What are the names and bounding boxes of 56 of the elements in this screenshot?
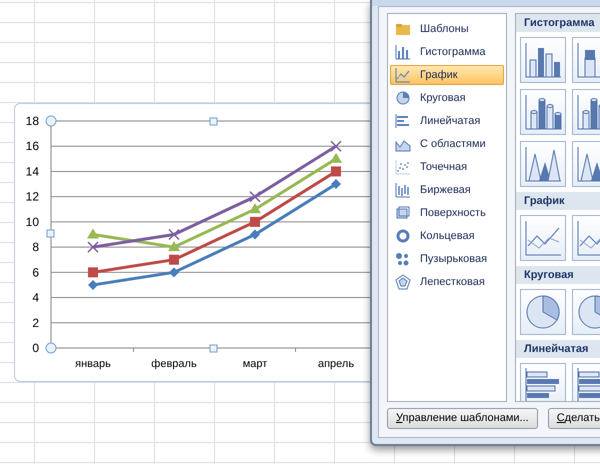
y-tick-label: 10: [26, 214, 39, 229]
surface-chart-icon: [395, 205, 411, 221]
chart-type-item[interactable]: Линейчатая: [390, 111, 504, 131]
chart-type-item[interactable]: С областями: [390, 134, 504, 154]
selection-handle[interactable]: [210, 118, 218, 126]
chart-type-item[interactable]: Поверхность: [390, 203, 504, 223]
stock-chart-icon: [395, 182, 411, 198]
chart-type-item[interactable]: Гистограмма: [390, 42, 504, 62]
chart-type-item[interactable]: Биржевая: [390, 180, 504, 200]
pie-chart-thumbnail[interactable]: [520, 289, 566, 335]
chart-type-item[interactable]: Шаблоны: [390, 19, 504, 39]
doughnut-chart-icon: [395, 228, 411, 244]
y-tick-label: 4: [32, 290, 39, 305]
chart-type-item[interactable]: Круговая: [390, 88, 504, 108]
x-tick-label: январь: [75, 358, 111, 370]
x-tick-label: апрель: [318, 358, 354, 370]
x-tick-label: март: [242, 358, 268, 370]
cylinder-chart-thumbnail[interactable]: [520, 89, 566, 135]
y-tick-label: 8: [32, 240, 39, 254]
chart-type-item[interactable]: Пузырьковая: [390, 249, 504, 269]
folder-chart-icon: [395, 21, 411, 37]
gallery-section-header: Круговая: [516, 266, 600, 284]
scatter-chart-icon: [395, 159, 411, 175]
bubble-chart-icon: [395, 251, 411, 267]
y-tick-label: 16: [26, 139, 39, 154]
gallery-section-header: График: [516, 192, 600, 210]
column-chart-icon: [395, 44, 411, 60]
gallery-section-header: Гистограмма: [516, 14, 600, 32]
y-tick-label: 2: [32, 316, 39, 330]
dialog-button[interactable]: Управление шаблонами...: [387, 408, 538, 429]
bar-chart-icon: [395, 113, 411, 129]
y-tick-label: 6: [32, 265, 39, 280]
pie-chart-icon: [395, 90, 411, 106]
cone-chart-thumbnail[interactable]: [520, 141, 566, 187]
tick-mark: [133, 348, 134, 352]
selection-handle[interactable]: [46, 230, 54, 238]
y-tick-label: 14: [26, 164, 39, 178]
gallery-section-header: Линейчатая: [516, 340, 600, 358]
selection-handle[interactable]: [210, 344, 218, 352]
radar-chart-icon: [395, 274, 411, 290]
chart-type-item[interactable]: График: [390, 65, 504, 85]
selection-handle[interactable]: [46, 342, 56, 354]
chart-type-item[interactable]: Лепестковая: [390, 272, 504, 292]
chart-type-item[interactable]: Кольцевая: [390, 226, 504, 246]
y-tick-label: 18: [26, 114, 39, 128]
y-tick-label: 0: [32, 341, 39, 355]
selection-handle[interactable]: [46, 116, 56, 126]
line-chart-icon: [395, 67, 411, 83]
x-tick-label: февраль: [151, 358, 197, 370]
dialog-button[interactable]: Сделать: [548, 408, 600, 429]
tick-mark: [295, 348, 296, 352]
line-chart-thumbnail[interactable]: [520, 215, 566, 261]
y-tick-label: 12: [26, 190, 39, 204]
chart-type-item[interactable]: Точечная: [390, 157, 504, 177]
bar-chart-thumbnail[interactable]: [520, 363, 566, 401]
column-chart-thumbnail[interactable]: [520, 37, 566, 83]
